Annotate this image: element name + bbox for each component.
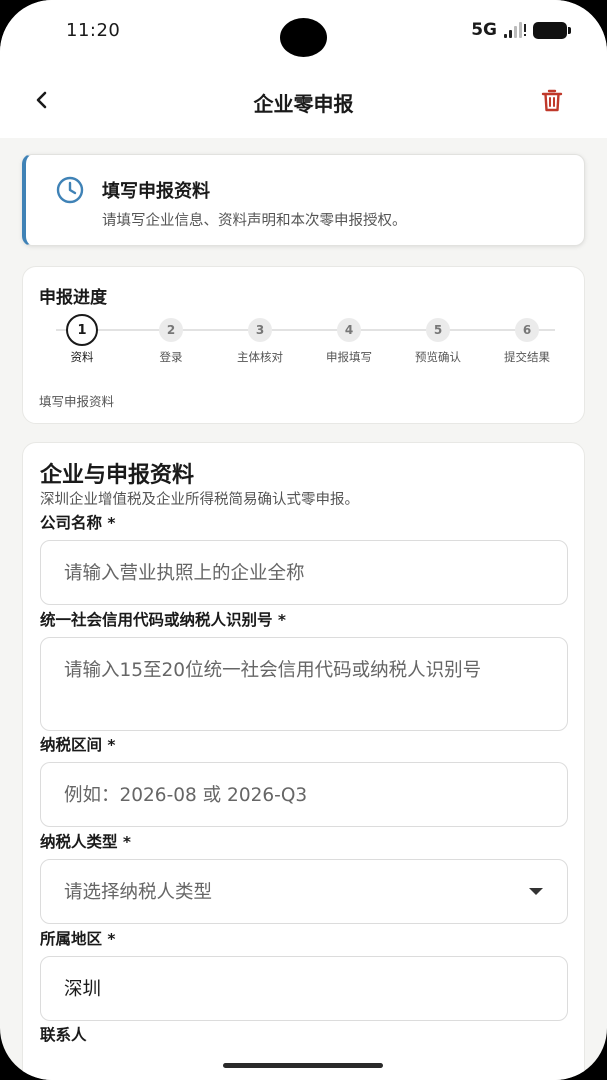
delete-button[interactable] (537, 86, 567, 116)
caret-down-icon (529, 888, 543, 895)
taxpayer-type-label: 纳税人类型 * (40, 833, 132, 851)
step-1-label: 资料 (70, 350, 94, 364)
status-bar: 11:20 5G (0, 0, 607, 64)
company-name-placeholder: 请输入营业执照上的企业全称 (64, 563, 305, 584)
contact-label: 联系人 (40, 1026, 87, 1044)
step-4-label: 申报填写 (326, 350, 372, 364)
region-input[interactable]: 深圳 (40, 956, 568, 1021)
tax-period-placeholder: 例如：2026-08 或 2026-Q3 (64, 785, 308, 806)
step-3-label: 主体核对 (237, 350, 283, 364)
system-icons: 5G (471, 20, 571, 40)
taxpayer-type-select[interactable]: 请选择纳税人类型 (40, 859, 568, 924)
step-3-indicator: 3 (248, 318, 272, 342)
step-connector (438, 329, 527, 331)
credit-code-placeholder: 请输入15至20位统一社会信用代码或纳税人识别号 (64, 660, 482, 681)
step-4-indicator: 4 (337, 318, 361, 342)
progress-card: 申报进度 1 资料 2 登录 3 主体核对 4 申报填写 5 预览确认 6 提交结果 填写申报资料 (22, 266, 585, 424)
step-1-indicator: 1 (66, 314, 98, 346)
page-title: 企业零申报 (253, 92, 354, 116)
progress-current-label: 填写申报资料 (39, 394, 115, 409)
status-info-card: 填写申报资料 请填写企业信息、资料声明和本次零申报授权。 (22, 154, 585, 246)
battery-icon (533, 21, 571, 39)
step-6-label: 提交结果 (504, 350, 550, 364)
scroll-content[interactable]: 填写申报资料 请填写企业信息、资料声明和本次零申报授权。 申报进度 1 资料 2 登录… (0, 138, 607, 1080)
trash-icon (541, 89, 563, 112)
clock-icon (56, 176, 84, 204)
step-6-indicator: 6 (515, 318, 539, 342)
home-indicator[interactable] (223, 1063, 383, 1068)
step-2-label: 登录 (159, 350, 183, 364)
step-5-indicator: 5 (426, 318, 450, 342)
status-time: 11:20 (66, 20, 121, 41)
form-subtitle: 深圳企业增值税及企业所得税简易确认式零申报。 (40, 492, 359, 508)
info-card-title: 填写申报资料 (102, 181, 210, 202)
form-card: 企业与申报资料 深圳企业增值税及企业所得税简易确认式零申报。 公司名称 * 请输… (22, 442, 585, 1080)
company-name-input[interactable]: 请输入营业执照上的企业全称 (40, 540, 568, 605)
phone-screen: 11:20 5G 企业零申报 填写申报资料 请填写企业信息、资料声明和本次零申报… (0, 0, 607, 1080)
credit-code-label: 统一社会信用代码或纳税人识别号 * (40, 611, 287, 629)
step-2-indicator: 2 (159, 318, 183, 342)
network-type: 5G (471, 20, 497, 40)
step-5-label: 预览确认 (415, 350, 461, 364)
app-header: 企业零申报 (0, 64, 607, 138)
company-name-label: 公司名称 * (40, 514, 116, 532)
tax-period-label: 纳税区间 * (40, 736, 116, 754)
step-connector (349, 329, 438, 331)
signal-icon (504, 22, 526, 38)
region-label: 所属地区 * (40, 930, 116, 948)
tax-period-input[interactable]: 例如：2026-08 或 2026-Q3 (40, 762, 568, 827)
step-connector (171, 329, 260, 331)
step-connector (260, 329, 349, 331)
taxpayer-type-placeholder: 请选择纳税人类型 (64, 882, 213, 903)
region-value: 深圳 (64, 979, 102, 1000)
info-card-description: 请填写企业信息、资料声明和本次零申报授权。 (102, 213, 407, 229)
credit-code-input[interactable]: 请输入15至20位统一社会信用代码或纳税人识别号 (40, 637, 568, 731)
form-title: 企业与申报资料 (40, 463, 195, 488)
camera-cutout (280, 18, 327, 57)
